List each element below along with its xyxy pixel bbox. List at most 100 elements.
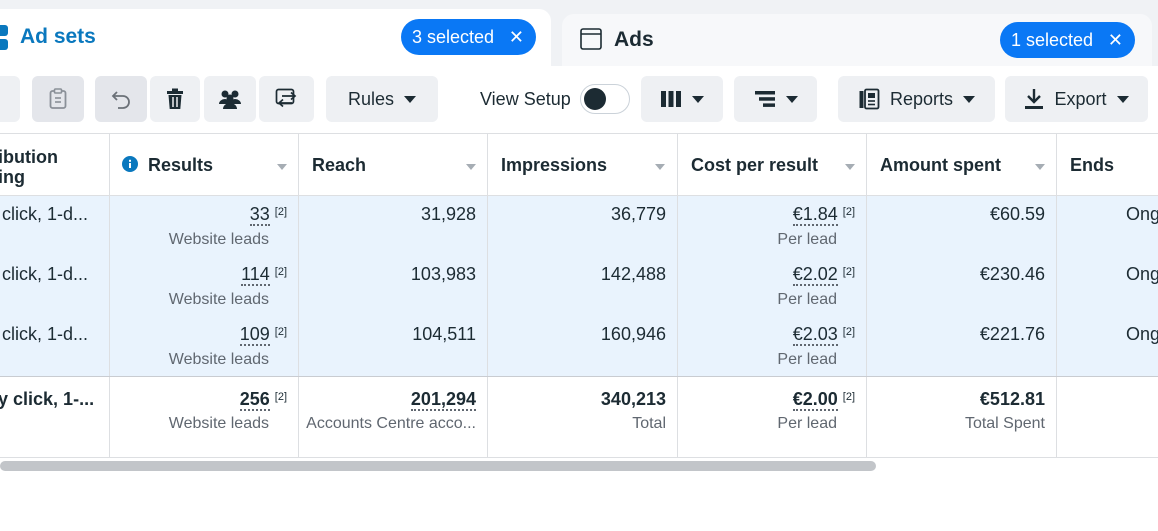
breakdown-dropdown[interactable] xyxy=(734,76,817,122)
cost-cell: €2.02 [2] Per lead xyxy=(678,256,867,316)
cost-unit: Per lead xyxy=(777,231,837,248)
spent-total-type: Total Spent xyxy=(964,415,1045,432)
ab-test-button[interactable] xyxy=(259,76,314,122)
column-header-reach[interactable]: Reach xyxy=(299,134,488,196)
rules-label: Rules xyxy=(347,88,395,109)
results-type: Website leads xyxy=(168,231,269,248)
impressions-total-value: 340,213 xyxy=(600,389,666,409)
columns-dropdown[interactable] xyxy=(641,76,723,122)
ends-cell: Ong xyxy=(1057,256,1158,316)
cost-total-value[interactable]: €2.00 xyxy=(792,389,838,411)
results-value[interactable]: 33 xyxy=(249,204,270,226)
audience-button[interactable] xyxy=(204,76,256,122)
column-header-amount-spent-label: Amount spent xyxy=(880,155,1001,175)
attribution-text: y click, 1-d... xyxy=(0,264,89,284)
spent-total-cell: €512.81 Total Spent xyxy=(867,377,1057,457)
undo-icon xyxy=(111,91,130,109)
chevron-down-icon xyxy=(785,95,798,103)
cost-total-cell: €2.00 [2] Per lead xyxy=(678,377,867,457)
horizontal-scrollbar[interactable] xyxy=(0,461,876,471)
spent-cell: €60.59 xyxy=(867,196,1057,256)
column-header-cost-per-result[interactable]: Cost per result xyxy=(678,134,867,196)
view-setup-toggle[interactable] xyxy=(580,84,630,114)
chevron-down-icon xyxy=(963,95,976,103)
rules-dropdown[interactable]: Rules xyxy=(326,76,438,122)
download-icon xyxy=(1025,89,1044,109)
column-header-reach-label: Reach xyxy=(312,155,367,175)
cost-value[interactable]: €2.02 xyxy=(792,264,838,286)
sort-icon[interactable] xyxy=(845,164,855,170)
footnote-marker: [2] xyxy=(842,326,855,338)
footnote-marker: [2] xyxy=(842,391,855,403)
column-header-ends-label: Ends xyxy=(1070,155,1115,175)
column-header-results-label: Results xyxy=(148,155,214,175)
ends-value: Ong xyxy=(1126,324,1158,344)
undo-button[interactable] xyxy=(95,76,147,122)
cost-unit: Per lead xyxy=(777,291,837,308)
table-row[interactable]: y click, 1-d... 114 [2] Website leads 103… xyxy=(0,256,1158,316)
export-dropdown[interactable]: Export xyxy=(1005,76,1148,122)
results-total-cell: 256 [2] Website leads xyxy=(110,377,299,457)
info-icon[interactable] xyxy=(122,156,138,172)
spent-total-value: €512.81 xyxy=(979,389,1045,409)
clear-ad-sets-selection-icon[interactable]: ✕ xyxy=(509,19,524,55)
attribution-text: y click, 1-d... xyxy=(0,324,89,344)
impressions-total-cell: 340,213 Total xyxy=(488,377,678,457)
reach-cell: 103,983 xyxy=(299,256,488,316)
reach-total-value[interactable]: 201,294 xyxy=(410,389,476,411)
attribution-cell: y click, 1-d... xyxy=(0,196,110,256)
impressions-cell: 36,779 xyxy=(488,196,678,256)
results-cell: 33 [2] Website leads xyxy=(110,196,299,256)
column-header-attribution-line1: ibution xyxy=(0,147,58,167)
ab-test-icon xyxy=(275,88,296,108)
cost-value[interactable]: €1.84 xyxy=(792,204,838,226)
sort-icon[interactable] xyxy=(277,164,287,170)
column-header-impressions[interactable]: Impressions xyxy=(488,134,678,196)
toolbar: Rules Reports Export xyxy=(0,66,1158,132)
reports-label: Reports xyxy=(889,88,954,109)
column-header-attribution-line2: ing xyxy=(0,167,25,187)
chevron-down-icon xyxy=(1116,95,1129,103)
impressions-total-type: Total xyxy=(632,415,666,432)
column-header-cost-per-result-label: Cost per result xyxy=(691,155,819,175)
clear-ads-selection-icon[interactable]: ✕ xyxy=(1108,22,1123,58)
duplicate-button[interactable] xyxy=(32,76,84,122)
attribution-cell: ay click, 1-... xyxy=(0,377,110,457)
column-header-results[interactable]: Results xyxy=(110,134,299,196)
results-type: Website leads xyxy=(168,351,269,368)
results-value[interactable]: 114 xyxy=(241,264,270,286)
chevron-down-icon xyxy=(692,95,704,103)
sort-icon[interactable] xyxy=(466,164,476,170)
ad-sets-selected-badge[interactable]: 3 selected ✕ xyxy=(401,19,536,55)
reach-value: 31,928 xyxy=(420,204,476,224)
column-header-ends[interactable]: Ends xyxy=(1057,134,1158,196)
ads-selected-count: 1 selected xyxy=(1011,30,1094,50)
impressions-cell: 142,488 xyxy=(488,256,678,316)
results-total-value[interactable]: 256 xyxy=(239,389,270,411)
column-header-amount-spent[interactable]: Amount spent xyxy=(867,134,1057,196)
table-row[interactable]: y click, 1-d... 109 [2] Website leads 104… xyxy=(0,316,1158,376)
ads-selected-badge[interactable]: 1 selected ✕ xyxy=(1000,22,1135,58)
tab-ad-sets-label: Ad sets xyxy=(20,25,96,48)
results-cell: 114 [2] Website leads xyxy=(110,256,299,316)
column-header-attribution[interactable]: ibution ing xyxy=(0,134,110,196)
results-cell: 109 [2] Website leads xyxy=(110,316,299,376)
edit-button[interactable] xyxy=(0,76,20,122)
footnote-marker: [2] xyxy=(274,266,287,278)
column-header-impressions-label: Impressions xyxy=(501,155,608,175)
reports-dropdown[interactable]: Reports xyxy=(838,76,995,122)
reach-total-cell: 201,294 Accounts Centre acco... xyxy=(299,377,488,457)
sort-icon[interactable] xyxy=(655,164,665,170)
cost-cell: €1.84 [2] Per lead xyxy=(678,196,867,256)
cost-unit: Per lead xyxy=(777,351,837,368)
delete-button[interactable] xyxy=(150,76,200,122)
footnote-marker: [2] xyxy=(274,391,287,403)
results-value[interactable]: 109 xyxy=(239,324,270,346)
spent-cell: €230.46 xyxy=(867,256,1057,316)
cost-value[interactable]: €2.03 xyxy=(792,324,838,346)
ad-sets-selected-count: 3 selected xyxy=(412,27,495,47)
tab-ads[interactable]: Ads 1 selected ✕ xyxy=(562,14,1152,66)
tab-ad-sets[interactable]: Ad sets 3 selected ✕ xyxy=(0,9,551,69)
sort-icon[interactable] xyxy=(1035,164,1045,170)
table-row[interactable]: y click, 1-d... 33 [2] Website leads 31,9… xyxy=(0,196,1158,256)
